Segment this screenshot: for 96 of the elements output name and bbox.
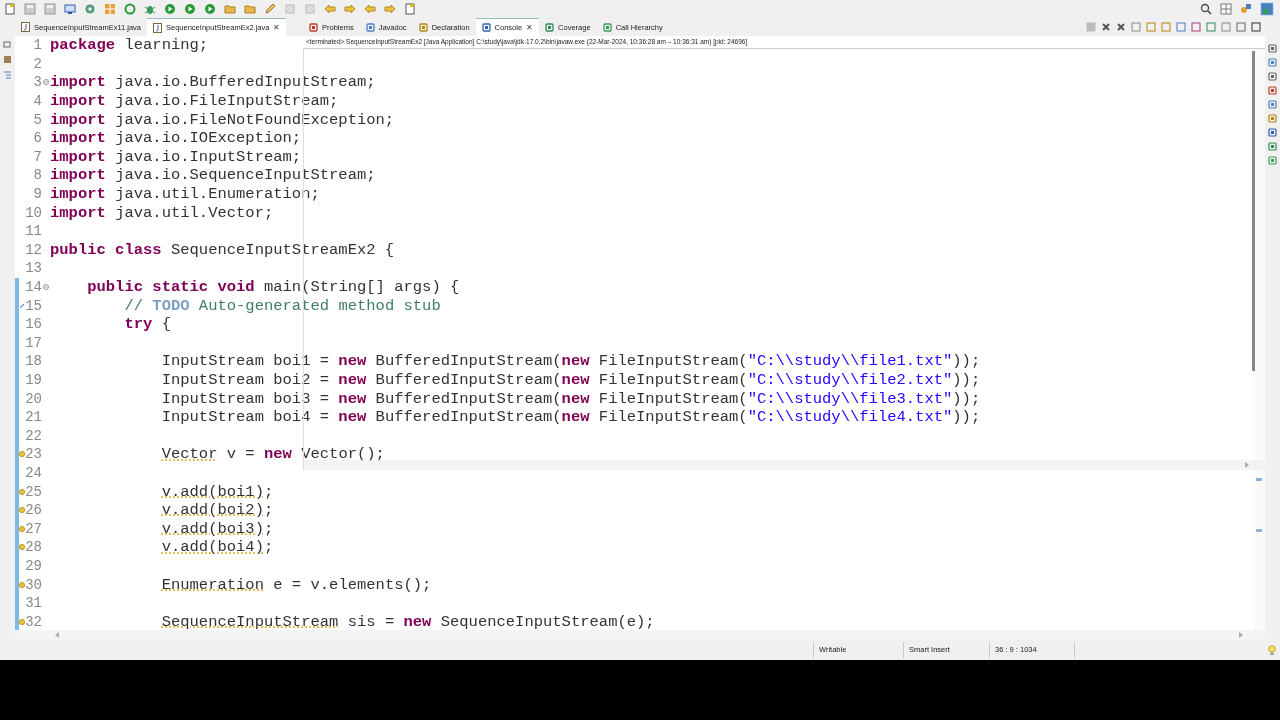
warning-icon[interactable] xyxy=(19,450,25,459)
warning-icon[interactable] xyxy=(19,580,25,589)
folder-icon[interactable] xyxy=(224,3,236,15)
line-number: 6 xyxy=(32,130,42,147)
stop-icon[interactable] xyxy=(1086,22,1096,32)
close-icon[interactable]: ✕ xyxy=(273,23,281,32)
java-perspective-icon[interactable] xyxy=(1260,2,1274,16)
code-line: import java.io.SequenceInputStream; xyxy=(50,166,376,185)
run-icon[interactable] xyxy=(204,3,216,15)
java-file-icon xyxy=(21,22,30,32)
code-line: import java.util.Vector; xyxy=(50,203,274,222)
code-line: InputStream boi3 = new BufferedInputStream(new FileInputStream("C:\\study\\file3.txt")); xyxy=(160,389,981,408)
line-number: 14 xyxy=(25,279,42,295)
code-line: Enumeration e = v.elements(); xyxy=(160,575,432,594)
lightbulb-icon[interactable] xyxy=(1268,644,1276,656)
code-line: v.add(boi2); xyxy=(160,501,274,520)
code-line: import java.util.Enumeration; xyxy=(50,185,320,204)
line-number: 3 xyxy=(32,74,42,91)
perspective-icon[interactable] xyxy=(1240,3,1252,15)
line-number: 21 xyxy=(25,409,42,426)
line-number: 25 xyxy=(25,483,42,500)
line-number: 20 xyxy=(25,390,42,407)
line-number: 26 xyxy=(25,502,42,519)
scroll-left-icon[interactable] xyxy=(55,632,59,638)
code-line: // TODO Auto-generated method stub xyxy=(123,296,441,315)
line-number: 30 xyxy=(25,576,42,593)
new-window-icon[interactable] xyxy=(4,3,16,15)
package-icon[interactable] xyxy=(3,55,12,64)
line-number: 16 xyxy=(25,316,42,333)
line-number: 22 xyxy=(25,427,42,444)
code-line: import java.io.BufferedInputStream; xyxy=(50,73,376,92)
line-number: 27 xyxy=(25,520,42,537)
code-line: import java.io.IOException; xyxy=(50,129,302,148)
line-number: 17 xyxy=(25,334,42,351)
warning-icon[interactable] xyxy=(19,543,25,552)
java-file-icon xyxy=(153,22,162,33)
code-line: v.add(boi4); xyxy=(160,538,274,557)
line-number: 9 xyxy=(32,186,42,203)
code-line: v.add(boi1); xyxy=(160,482,274,501)
code-line: InputStream boi2 = new BufferedInputStream(new FileInputStream("C:\\study\\file2.txt")); xyxy=(160,371,981,389)
line-number: 8 xyxy=(32,167,42,184)
search-icon[interactable] xyxy=(1200,3,1212,15)
line-number: 5 xyxy=(32,111,42,128)
code-line: public static void main(String[] args) { xyxy=(86,278,460,296)
line-number: 11 xyxy=(25,223,42,240)
code-line: package learning; xyxy=(50,36,209,55)
warning-icon[interactable] xyxy=(19,487,25,496)
line-number: 23 xyxy=(25,446,42,463)
save-icon[interactable] xyxy=(24,3,36,15)
bug-icon[interactable] xyxy=(144,3,156,15)
line-number: 10 xyxy=(25,204,42,221)
scroll-right-icon[interactable] xyxy=(1245,462,1249,468)
line-number: 18 xyxy=(25,353,42,370)
line-number: 15 xyxy=(25,297,42,314)
code-line: import java.io.InputStream; xyxy=(50,147,302,166)
run-icon[interactable] xyxy=(184,3,196,15)
code-line: try { xyxy=(123,315,171,334)
line-number: 13 xyxy=(25,260,42,277)
arrow-left-icon[interactable] xyxy=(324,3,336,15)
code-line: import java.io.FileNotFoundException; xyxy=(50,110,395,129)
arrow-left-icon[interactable] xyxy=(364,3,376,15)
close-icon[interactable]: ✕ xyxy=(526,23,534,32)
run-icon[interactable] xyxy=(164,3,176,15)
code-line: InputStream boi4 = new BufferedInputStream(new FileInputStream("C:\\study\\file4.txt")); xyxy=(160,408,981,427)
code-line: InputStream boi1 = new BufferedInputStream(new FileInputStream("C:\\study\\file1.txt")); xyxy=(160,352,981,371)
task-icon[interactable] xyxy=(19,301,25,310)
grid-icon[interactable] xyxy=(1220,3,1232,15)
arrow-right-icon[interactable] xyxy=(344,3,356,15)
line-number: 28 xyxy=(25,539,42,556)
code-line: SequenceInputStream sis = new SequenceInputStream(e); xyxy=(160,612,655,630)
line-number: 7 xyxy=(32,148,42,165)
close-icon[interactable] xyxy=(1101,22,1111,32)
gear-icon[interactable] xyxy=(84,3,96,15)
code-line: Vector v = new Vector(); xyxy=(160,445,385,464)
code-line: public class SequenceInputStreamEx2 { xyxy=(50,240,395,259)
line-number: 12 xyxy=(25,241,42,258)
scrollbar-thumb[interactable] xyxy=(1252,51,1255,371)
code-line: v.add(boi3); xyxy=(160,519,274,538)
fold-icon[interactable] xyxy=(43,79,49,86)
line-number: 19 xyxy=(25,372,42,388)
code-line: import java.io.FileInputStream; xyxy=(50,92,339,111)
folder-icon[interactable] xyxy=(244,3,256,15)
line-number: 24 xyxy=(25,464,42,481)
refresh-icon[interactable] xyxy=(124,3,136,15)
line-number: 29 xyxy=(25,557,42,574)
close-all-icon[interactable] xyxy=(1116,22,1126,32)
warning-icon[interactable] xyxy=(19,617,25,626)
line-number: 31 xyxy=(25,595,42,612)
line-number: 4 xyxy=(32,93,42,110)
line-number: 2 xyxy=(32,55,42,72)
save-all-icon[interactable] xyxy=(44,3,56,15)
line-number: 32 xyxy=(25,613,42,630)
line-number: 1 xyxy=(32,37,42,54)
arrow-right-icon[interactable] xyxy=(384,3,396,15)
scroll-right-icon[interactable] xyxy=(1239,632,1243,638)
fold-icon[interactable] xyxy=(43,284,49,290)
